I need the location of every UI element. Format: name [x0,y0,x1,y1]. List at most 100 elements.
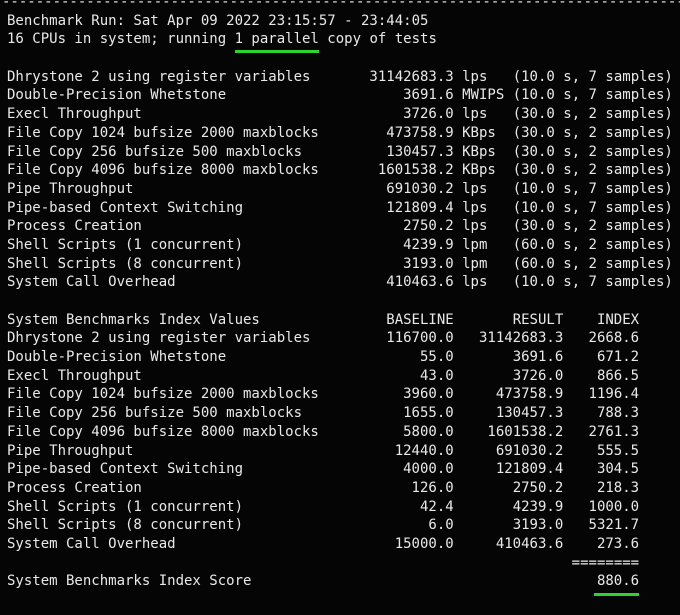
benchmark-name: Shell Scripts (1 concurrent) [7,236,244,253]
benchmark-name: Shell Scripts (1 concurrent) [7,498,244,515]
result-row: Dhrystone 2 using register variables 3114… [7,68,680,87]
index-value: 788.3 [596,405,640,422]
index-table-header: System Benchmarks Index Values BASELINE RE… [7,311,680,330]
benchmark-name: Process Creation [7,479,142,496]
result-value: 121809.4 [495,461,564,478]
score-divider-line: ======== [7,554,680,573]
result-row: Pipe-based Context Switching 121809.4 lps (… [7,199,680,218]
index-row: File Copy 256 bufsize 500 maxblocks 1655.… [7,404,680,423]
result-row: File Copy 4096 bufsize 8000 maxblocks 160… [7,161,680,180]
benchmark-name: Pipe Throughput [7,442,134,459]
index-value: 866.5 [596,367,640,384]
benchmark-name: Pipe-based Context Switching [7,461,244,478]
benchmark-unit: KBps [462,143,496,160]
benchmark-unit: lpm [462,236,488,253]
benchmark-name: Execl Throughput [7,106,142,123]
index-row: Double-Precision Whetstone 55.0 3691.6 671.… [7,348,680,367]
result-row: File Copy 256 bufsize 500 maxblocks 13045… [7,143,680,162]
benchmark-unit: lpm [462,255,488,272]
index-row: File Copy 4096 bufsize 8000 maxblocks 580… [7,423,680,442]
benchmark-value: 4239.9 [403,236,454,253]
result-row: Process Creation 2750.2 lps (30.0 s, 2 samp… [7,217,680,236]
column-header-result: RESULT [512,311,564,328]
benchmark-value: 691030.2 [386,180,454,197]
benchmark-timing: (10.0 s, 7 samples) [512,180,673,197]
index-value: 273.6 [596,535,640,552]
result-value: 2750.2 [512,479,564,496]
index-value: 2761.3 [588,423,640,440]
result-row: Pipe Throughput 691030.2 lps (10.0 s, 7 sam… [7,180,680,199]
result-value: 3193.0 [512,517,564,534]
result-row: File Copy 1024 bufsize 2000 maxblocks 473… [7,124,680,143]
benchmark-value: 1601538.2 [377,162,454,179]
benchmark-name: Dhrystone 2 using register variables [7,68,311,85]
index-row: Pipe-based Context Switching 4000.0 121809… [7,460,680,479]
result-value: 31142683.3 [478,330,564,347]
result-value: 473758.9 [495,386,564,403]
benchmark-timing: (10.0 s, 7 samples) [512,199,673,216]
result-row: System Call Overhead 410463.6 lps (10.0 s, … [7,273,680,292]
index-value: 304.5 [596,461,640,478]
index-value: 671.2 [596,349,640,366]
terminal-screen[interactable]: ----------------------------------------… [0,0,680,597]
benchmark-value: 2750.2 [403,218,454,235]
result-value: 4239.9 [512,498,564,515]
index-row: System Call Overhead 15000.0 410463.6 273.6 [7,535,680,554]
baseline-value: 3960.0 [403,386,454,403]
baseline-value: 42.4 [419,498,454,515]
index-score-line: System Benchmarks Index Score 880.6 [7,572,680,597]
result-value: 691030.2 [495,442,564,459]
benchmark-name: Process Creation [7,218,142,235]
benchmark-timing: (30.0 s, 2 samples) [512,143,673,160]
result-value: 1601538.2 [487,423,564,440]
index-row: File Copy 1024 bufsize 2000 maxblocks 396… [7,385,680,404]
benchmark-timing: (10.0 s, 7 samples) [512,87,673,104]
benchmark-name: Shell Scripts (8 concurrent) [7,517,244,534]
result-value: 3726.0 [512,367,564,384]
parallel-copies-highlight: 1 parallel [234,30,319,54]
benchmark-unit: lps [462,274,488,291]
index-value: 218.3 [596,479,640,496]
baseline-value: 55.0 [419,349,454,366]
benchmark-name: File Copy 256 bufsize 500 maxblocks [7,143,303,160]
benchmark-timing: (30.0 s, 2 samples) [512,218,673,235]
baseline-value: 126.0 [411,479,454,496]
top-divider: ----------------------------------------… [2,0,680,12]
index-score-label: System Benchmarks Index Score [7,573,252,590]
benchmark-value: 473758.9 [386,124,454,141]
benchmark-unit: lps [462,180,488,197]
result-row: Double-Precision Whetstone 3691.6 MWIPS (10… [7,86,680,105]
benchmark-run-line: Benchmark Run: Sat Apr 09 2022 23:15:57 … [7,12,680,31]
result-row: Shell Scripts (1 concurrent) 4239.9 lpm (60… [7,236,680,255]
benchmark-timing: (60.0 s, 2 samples) [512,255,673,272]
result-value: 130457.3 [495,405,564,422]
baseline-value: 1655.0 [403,405,454,422]
benchmark-name: File Copy 256 bufsize 500 maxblocks [7,405,303,422]
index-row: Dhrystone 2 using register variables 1167… [7,329,680,348]
baseline-value: 5800.0 [403,423,454,440]
benchmark-value: 121809.4 [386,199,454,216]
index-row: Shell Scripts (8 concurrent) 6.0 3193.0 532… [7,516,680,535]
benchmark-timing: (10.0 s, 7 samples) [512,68,673,85]
index-row: Process Creation 126.0 2750.2 218.3 [7,479,680,498]
baseline-value: 4000.0 [403,461,454,478]
index-value: 555.5 [596,442,640,459]
benchmark-name: File Copy 4096 bufsize 8000 maxblocks [7,162,319,179]
benchmark-value: 3691.6 [403,87,454,104]
index-value: 1000.0 [588,498,640,515]
index-row: Pipe Throughput 12440.0 691030.2 555.5 [7,442,680,461]
result-row: Shell Scripts (8 concurrent) 3193.0 lpm (60… [7,255,680,274]
benchmark-name: Execl Throughput [7,367,142,384]
cpu-info-prefix: 16 CPUs in system; running [7,31,235,48]
cpu-info-line: 16 CPUs in system; running 1 parallel co… [7,30,680,54]
baseline-value: 15000.0 [394,535,454,552]
benchmark-name: Double-Precision Whetstone [7,349,227,366]
benchmark-name: Pipe-based Context Switching [7,199,244,216]
result-row: Execl Throughput 3726.0 lps (30.0 s, 2 samp… [7,105,680,124]
benchmark-unit: lps [462,68,488,85]
benchmark-name: Pipe Throughput [7,180,134,197]
baseline-value: 43.0 [419,367,454,384]
benchmark-name: Shell Scripts (8 concurrent) [7,255,244,272]
benchmark-name: Dhrystone 2 using register variables [7,330,311,347]
